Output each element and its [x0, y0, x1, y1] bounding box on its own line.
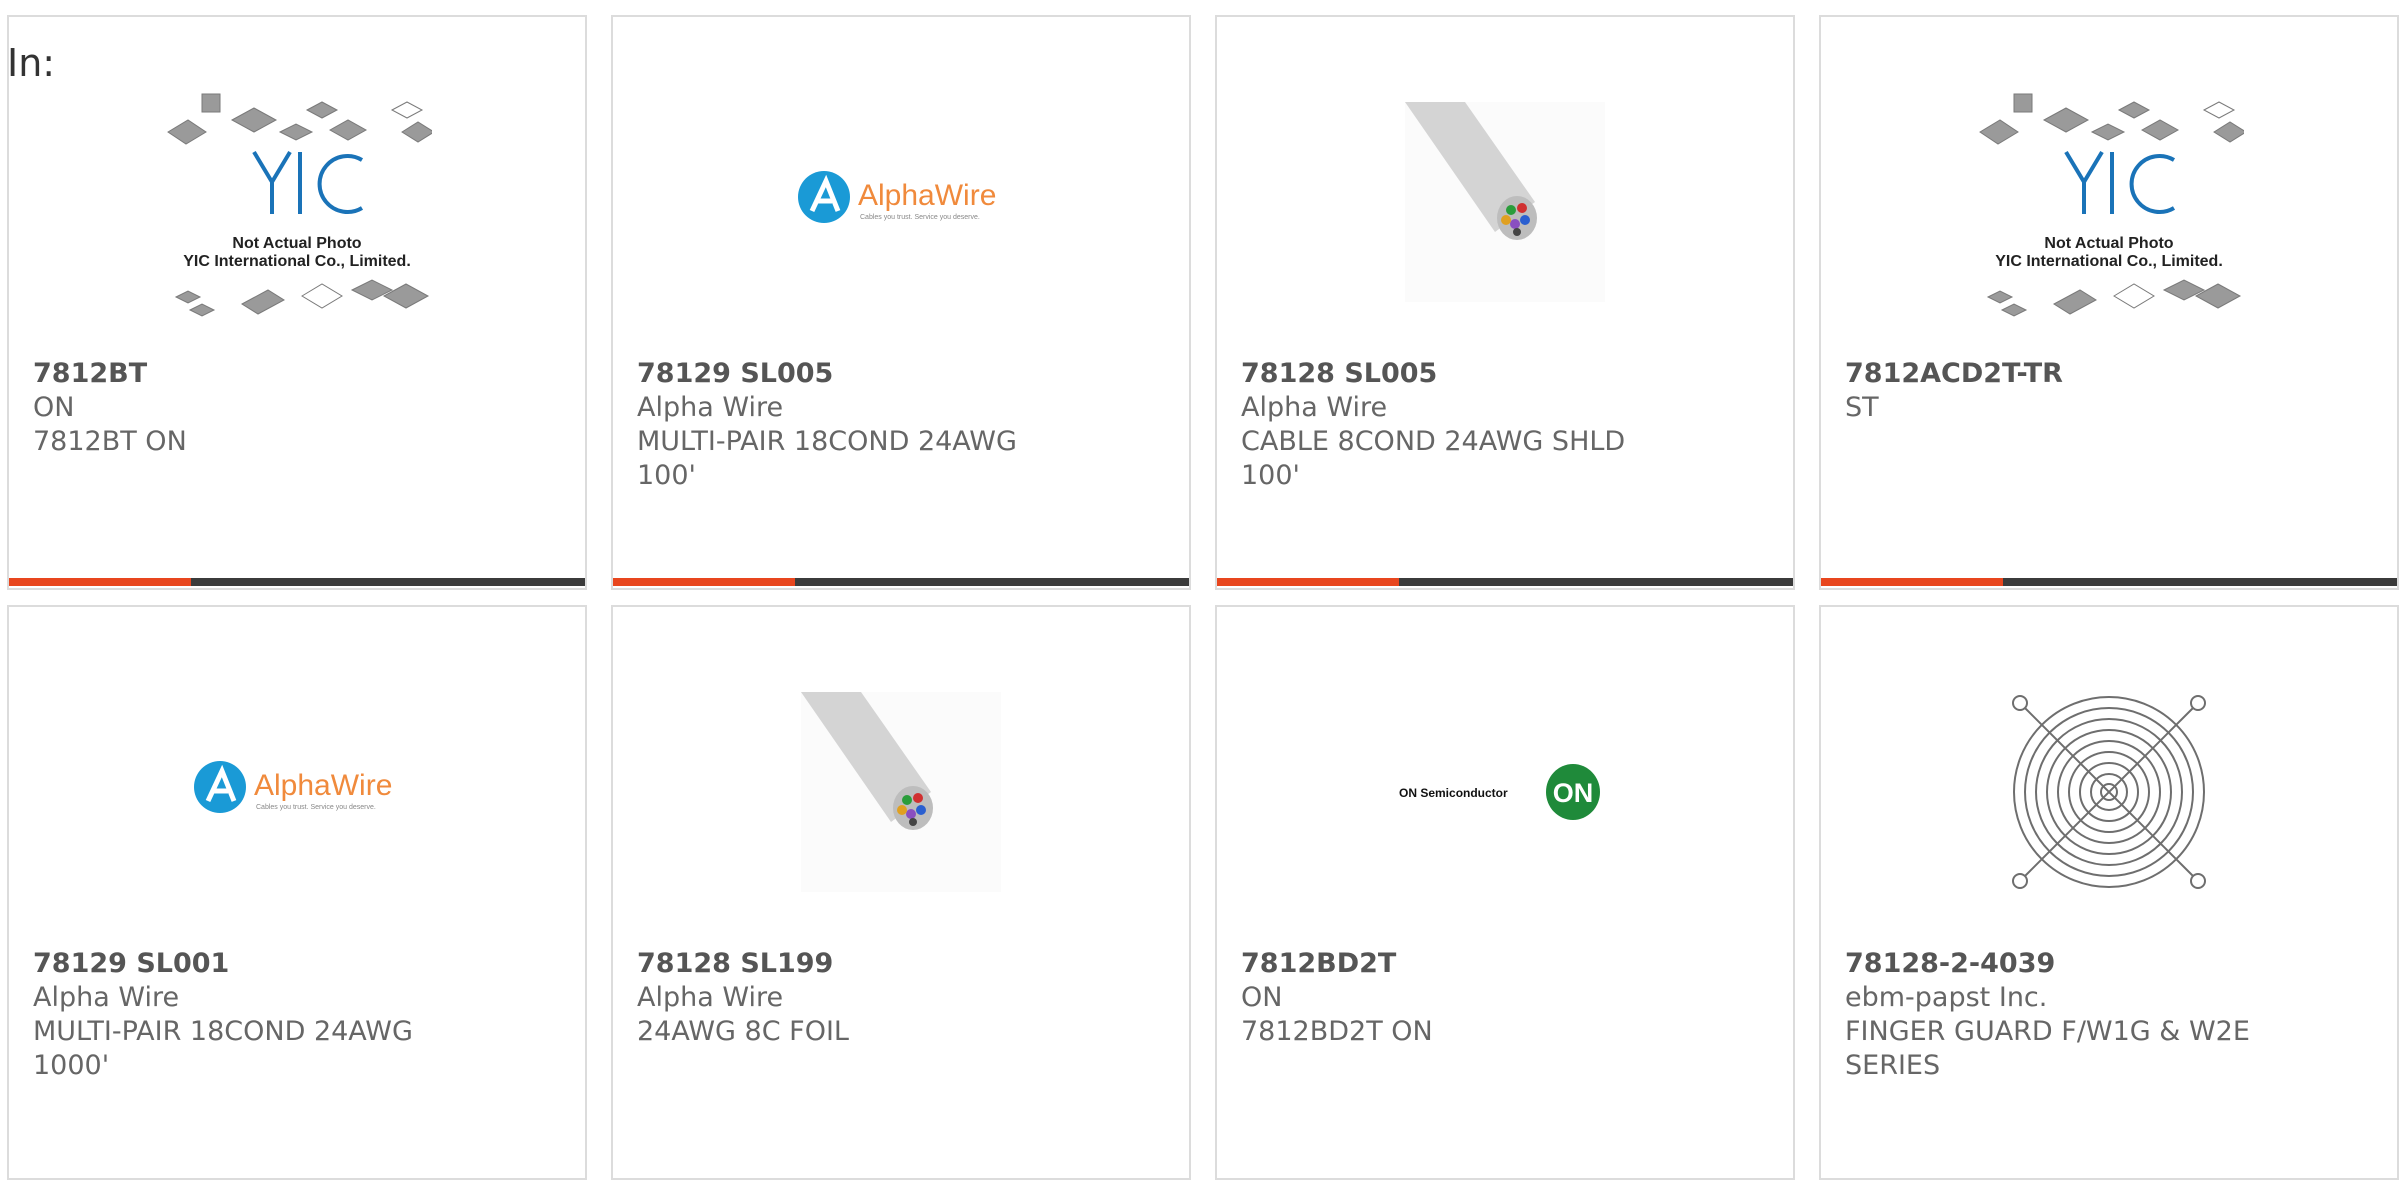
- product-image[interactable]: Not Actual Photo YIC International Co., …: [9, 67, 585, 337]
- cable-photo: [1405, 102, 1605, 302]
- manufacturer: ST: [1845, 392, 1879, 423]
- manufacturer: ebm-papst Inc.: [1845, 982, 2048, 1013]
- manufacturer: Alpha Wire: [33, 982, 180, 1013]
- product-card[interactable]: AlphaWire Cables you trust. Service you …: [7, 605, 587, 1180]
- logo-text: AlphaWire: [858, 179, 996, 212]
- placeholder-line1: Not Actual Photo: [2044, 235, 2173, 252]
- card-bar-accent: [1821, 578, 2003, 586]
- product-image[interactable]: ON Semiconductor ON: [1217, 657, 1793, 927]
- manufacturer: Alpha Wire: [1241, 392, 1388, 423]
- part-number[interactable]: 78129 SL001: [33, 947, 565, 981]
- logo-tagline: Cables you trust. Service you deserve.: [860, 214, 980, 221]
- card-bar: [613, 578, 1189, 586]
- logo-text: AlphaWire: [254, 769, 392, 802]
- product-card[interactable]: Not Actual Photo YIC International Co., …: [7, 15, 587, 590]
- product-image[interactable]: [1821, 657, 2397, 927]
- part-number[interactable]: 78128 SL005: [1241, 357, 1773, 391]
- product-grid: Not Actual Photo YIC International Co., …: [0, 0, 2400, 1180]
- logo-text: ON Semiconductor: [1399, 786, 1508, 800]
- product-card[interactable]: Not Actual Photo YIC International Co., …: [1819, 15, 2399, 590]
- description: 7812BT ON: [33, 426, 187, 457]
- part-number[interactable]: 78128-2-4039: [1845, 947, 2377, 981]
- part-number[interactable]: 7812BT: [33, 357, 565, 391]
- placeholder-line1: Not Actual Photo: [232, 235, 361, 252]
- manufacturer: Alpha Wire: [637, 392, 784, 423]
- card-bar: [1821, 578, 2397, 586]
- card-bar-accent: [1217, 578, 1399, 586]
- manufacturer: Alpha Wire: [637, 982, 784, 1013]
- part-number[interactable]: 78128 SL199: [637, 947, 1169, 981]
- description: 7812BD2T ON: [1241, 1016, 1433, 1047]
- placeholder-line2: YIC International Co., Limited.: [1995, 253, 2223, 270]
- description: 24AWG 8C FOIL: [637, 1016, 849, 1047]
- description: CABLE 8COND 24AWG SHLD 100': [1241, 426, 1626, 491]
- filter-label: In:: [7, 41, 56, 85]
- description: MULTI-PAIR 18COND 24AWG 100': [637, 426, 1017, 491]
- fan-guard-photo: [2012, 695, 2206, 889]
- placeholder-line2: YIC International Co., Limited.: [183, 253, 411, 270]
- product-card[interactable]: AlphaWire Cables you trust. Service you …: [611, 15, 1191, 590]
- product-card[interactable]: ON Semiconductor ON 7812BD2T ON 7812BD2T…: [1215, 605, 1795, 1180]
- card-bar: [1217, 578, 1793, 586]
- product-image[interactable]: Not Actual Photo YIC International Co., …: [1821, 67, 2397, 337]
- alphawire-logo: AlphaWire Cables you trust. Service you …: [798, 171, 996, 223]
- product-image[interactable]: [1217, 67, 1793, 337]
- yic-placeholder-photo: Not Actual Photo YIC International Co., …: [167, 93, 432, 317]
- product-card[interactable]: 78128 SL005 Alpha Wire CABLE 8COND 24AWG…: [1215, 15, 1795, 590]
- manufacturer: ON: [33, 392, 75, 423]
- yic-placeholder-photo: Not Actual Photo YIC International Co., …: [1979, 93, 2244, 317]
- part-number[interactable]: 78129 SL005: [637, 357, 1169, 391]
- product-card[interactable]: 78128 SL199 Alpha Wire 24AWG 8C FOIL: [611, 605, 1191, 1180]
- product-image[interactable]: AlphaWire Cables you trust. Service you …: [9, 657, 585, 927]
- on-semiconductor-logo: ON Semiconductor ON: [1399, 764, 1600, 820]
- logo-badge: ON: [1553, 778, 1594, 808]
- product-card[interactable]: 78128-2-4039 ebm-papst Inc. FINGER GUARD…: [1819, 605, 2399, 1180]
- cable-photo: [801, 692, 1001, 892]
- product-image[interactable]: AlphaWire Cables you trust. Service you …: [613, 67, 1189, 337]
- part-number[interactable]: 7812BD2T: [1241, 947, 1773, 981]
- part-number[interactable]: 7812ACD2T-TR: [1845, 357, 2377, 391]
- description: FINGER GUARD F/W1G & W2E SERIES: [1845, 1016, 2250, 1081]
- logo-tagline: Cables you trust. Service you deserve.: [256, 804, 376, 811]
- alphawire-logo: AlphaWire Cables you trust. Service you …: [194, 761, 392, 813]
- product-image[interactable]: [613, 657, 1189, 927]
- description: MULTI-PAIR 18COND 24AWG 1000': [33, 1016, 413, 1081]
- card-bar: [9, 578, 585, 586]
- card-bar-accent: [613, 578, 795, 586]
- manufacturer: ON: [1241, 982, 1283, 1013]
- card-bar-accent: [9, 578, 191, 586]
